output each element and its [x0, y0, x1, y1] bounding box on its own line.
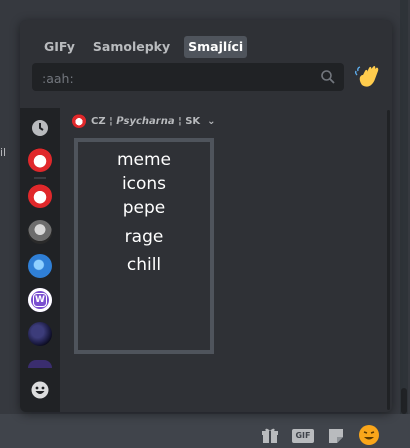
tab-gifs[interactable]: GIFy — [40, 36, 79, 58]
picker-tabs: GIFy Samolepky Smajlíci — [40, 36, 248, 58]
emoji-icon[interactable] — [358, 424, 380, 446]
smiley-icon[interactable] — [30, 380, 50, 400]
emoji-section-header[interactable]: CZ ¦ 𝙋𝙨𝙮𝙘𝙝𝙖𝙧𝙣𝙖 ¦ SK ⌄ — [72, 113, 216, 129]
section-title: CZ ¦ 𝙋𝙨𝙮𝙘𝙝𝙖𝙧𝙣𝙖 ¦ SK — [91, 115, 201, 127]
emoji-category-labels: meme icons pepe rage chill — [74, 138, 214, 354]
sticker-icon[interactable] — [326, 426, 346, 446]
server-icon — [72, 114, 86, 128]
chat-scrollbar-track[interactable] — [400, 0, 408, 448]
emoji-category-sidebar: W — [20, 108, 60, 412]
sidebar-divider — [34, 177, 46, 179]
server-icon-blue-fox[interactable] — [28, 254, 52, 278]
emoji-category-rage[interactable]: rage — [125, 225, 164, 249]
gift-icon[interactable] — [260, 426, 280, 446]
server-icon-psycharna[interactable] — [28, 148, 52, 172]
gif-icon[interactable]: GIF — [292, 429, 314, 443]
chat-input-bar: GIF — [0, 414, 410, 448]
server-icon-dark[interactable] — [28, 322, 52, 346]
emoji-category-meme[interactable]: meme — [117, 148, 171, 172]
server-icon-partial[interactable] — [28, 360, 52, 368]
search-icon — [321, 70, 335, 84]
emoji-picker-popout: GIFy Samolepky Smajlíci W — [20, 20, 392, 412]
server-icon-red-mascot[interactable] — [28, 184, 52, 208]
chat-scrollbar-thumb[interactable] — [401, 388, 407, 414]
emoji-search — [32, 63, 344, 93]
chat-message-fragment: il — [0, 146, 7, 159]
emoji-category-icons[interactable]: icons — [122, 172, 166, 196]
chevron-down-icon: ⌄ — [207, 115, 216, 127]
server-icon-w[interactable]: W — [28, 288, 52, 312]
emoji-category-chill[interactable]: chill — [127, 253, 161, 277]
emoji-category-pepe[interactable]: pepe — [123, 196, 166, 220]
clock-icon[interactable] — [30, 118, 50, 138]
waving-hand-icon[interactable] — [354, 63, 384, 93]
chat-background — [0, 0, 20, 448]
emoji-search-input[interactable] — [40, 63, 314, 93]
emoji-list-scrollbar[interactable] — [387, 110, 390, 410]
tab-emoji[interactable]: Smajlíci — [184, 36, 248, 58]
server-icon-character[interactable] — [28, 220, 52, 244]
tab-stickers[interactable]: Samolepky — [89, 36, 174, 58]
